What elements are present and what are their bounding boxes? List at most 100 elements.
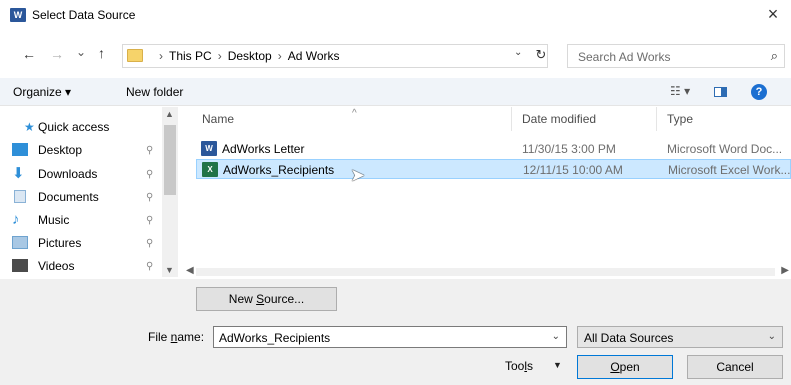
button-label: O bbox=[610, 360, 620, 374]
preview-pane-icon[interactable] bbox=[714, 87, 727, 97]
pin-icon[interactable]: ⚲ bbox=[146, 192, 153, 203]
sort-ascending-icon: ^ bbox=[352, 108, 357, 119]
file-type-filter[interactable]: All Data Sources ⌄ bbox=[577, 326, 783, 348]
column-header-type[interactable]: Type bbox=[667, 112, 693, 126]
sidebar-item-label: Pictures bbox=[38, 236, 82, 250]
scroll-down-icon[interactable]: ▼ bbox=[165, 265, 174, 275]
sidebar-item-videos[interactable]: Videos bbox=[12, 255, 75, 277]
chevron-down-icon[interactable]: ⌄ bbox=[552, 331, 560, 342]
file-type: Microsoft Excel Work... bbox=[668, 163, 791, 177]
organize-button[interactable]: Organize ▾ bbox=[13, 85, 71, 99]
button-label: New bbox=[228, 292, 257, 306]
sidebar-item-label: Music bbox=[38, 213, 70, 227]
scroll-left-icon[interactable]: ◀ bbox=[186, 265, 194, 276]
help-icon[interactable]: ? bbox=[751, 84, 767, 100]
chevron-down-icon: ⌄ bbox=[767, 331, 776, 342]
folder-icon bbox=[127, 49, 143, 62]
sidebar-item-downloads[interactable]: ⬇ Downloads bbox=[12, 163, 98, 185]
star-icon: ★ bbox=[24, 120, 35, 134]
sidebar-item-pictures[interactable]: Pictures bbox=[12, 232, 82, 254]
breadcrumb-separator: › bbox=[159, 49, 163, 63]
title-bar: W Select Data Source × bbox=[0, 0, 791, 30]
sidebar-item-label: Videos bbox=[38, 259, 75, 273]
file-date: 12/11/15 10:00 AM bbox=[523, 163, 623, 177]
downloads-icon: ⬇ bbox=[12, 165, 25, 182]
file-list: ^ Name Date modified Type W AdWorks Lett… bbox=[180, 107, 791, 267]
open-button[interactable]: Open bbox=[577, 355, 673, 379]
file-name: AdWorks_Recipients bbox=[223, 163, 335, 177]
address-bar[interactable]: › This PC › Desktop › Ad Works bbox=[122, 44, 548, 68]
file-date: 11/30/15 3:00 PM bbox=[522, 142, 616, 156]
file-name: AdWorks Letter bbox=[222, 142, 305, 156]
breadcrumb: › This PC › Desktop › Ad Works bbox=[153, 49, 340, 63]
back-icon[interactable]: ← bbox=[22, 46, 36, 62]
dialog-title: Select Data Source bbox=[32, 8, 136, 22]
refresh-icon[interactable]: ↻ bbox=[530, 44, 552, 68]
file-row[interactable]: W AdWorks Letter 11/30/15 3:00 PM Micros… bbox=[196, 139, 791, 159]
sidebar-item-desktop[interactable]: Desktop bbox=[12, 139, 83, 161]
pin-icon[interactable]: ⚲ bbox=[146, 145, 153, 156]
file-list-horizontal-scrollbar[interactable]: ◀ ▶ bbox=[180, 264, 791, 280]
scrollbar-thumb[interactable] bbox=[164, 125, 176, 195]
button-label: S bbox=[256, 292, 265, 306]
scroll-right-icon[interactable]: ▶ bbox=[781, 265, 789, 276]
change-view-icon[interactable]: ☷ ▾ bbox=[670, 84, 690, 98]
sidebar-item-documents[interactable]: Documents bbox=[14, 186, 99, 208]
breadcrumb-desktop[interactable]: Desktop bbox=[228, 49, 272, 63]
tools-menu-button[interactable]: Tools bbox=[505, 359, 533, 373]
command-bar: Organize ▾ New folder ☷ ▾ ? bbox=[0, 78, 791, 106]
sidebar-item-label: Downloads bbox=[38, 167, 98, 181]
quick-access-item[interactable]: Quick access bbox=[38, 120, 109, 134]
search-placeholder: Search Ad Works bbox=[578, 50, 671, 64]
mouse-cursor-icon: ➤ bbox=[350, 165, 366, 185]
documents-icon bbox=[14, 190, 26, 203]
button-label: s bbox=[527, 359, 534, 373]
dropdown-arrow-icon[interactable]: ▼ bbox=[553, 360, 562, 370]
recent-locations-icon[interactable]: ⌄ bbox=[76, 44, 86, 60]
breadcrumb-separator: › bbox=[277, 49, 282, 63]
breadcrumb-this-pc[interactable]: This PC bbox=[169, 49, 212, 63]
new-source-button[interactable]: New Source... bbox=[196, 287, 337, 311]
column-divider[interactable] bbox=[656, 107, 657, 131]
address-dropdown-icon[interactable]: ⌄ bbox=[514, 47, 522, 58]
column-header-name[interactable]: Name bbox=[202, 112, 234, 126]
sidebar-item-music[interactable]: ♪ Music bbox=[12, 209, 70, 231]
sidebar-item-label: Documents bbox=[38, 190, 99, 204]
new-folder-button[interactable]: New folder bbox=[126, 85, 183, 99]
cancel-button[interactable]: Cancel bbox=[687, 355, 783, 379]
column-divider[interactable] bbox=[511, 107, 512, 131]
navigation-pane: ★ Quick access Desktop ⚲ ⬇ Downloads ⚲ D… bbox=[0, 107, 180, 277]
excel-file-icon: X bbox=[202, 162, 218, 177]
label-text: File bbox=[148, 330, 171, 344]
button-label: pen bbox=[619, 360, 640, 374]
pin-icon[interactable]: ⚲ bbox=[146, 215, 153, 226]
button-label: Too bbox=[505, 359, 525, 373]
pin-icon[interactable]: ⚲ bbox=[146, 261, 153, 272]
search-input[interactable]: Search Ad Works ⌕ bbox=[567, 44, 785, 68]
filter-value: All Data Sources bbox=[584, 331, 674, 345]
pin-icon[interactable]: ⚲ bbox=[146, 169, 153, 180]
forward-icon[interactable]: → bbox=[50, 46, 64, 62]
pictures-icon bbox=[12, 236, 28, 249]
navigation-scrollbar[interactable]: ▲ ▼ bbox=[162, 107, 178, 277]
up-folder-icon[interactable]: ↑ bbox=[98, 45, 105, 61]
file-row-selected[interactable]: X AdWorks_Recipients 12/11/15 10:00 AM M… bbox=[196, 159, 791, 179]
desktop-icon bbox=[12, 143, 28, 156]
word-app-icon: W bbox=[10, 8, 26, 22]
pin-icon[interactable]: ⚲ bbox=[146, 238, 153, 249]
column-header-date-modified[interactable]: Date modified bbox=[522, 112, 596, 126]
sidebar-item-label: Desktop bbox=[38, 143, 83, 157]
videos-icon bbox=[12, 259, 28, 272]
file-name-field[interactable]: AdWorks_Recipients ⌄ bbox=[213, 326, 567, 348]
file-name-label: File name: bbox=[148, 330, 204, 344]
scroll-up-icon[interactable]: ▲ bbox=[165, 109, 174, 119]
close-button[interactable]: × bbox=[763, 4, 783, 24]
file-name-value: AdWorks_Recipients bbox=[219, 331, 331, 345]
label-text: ame: bbox=[177, 330, 205, 344]
file-type: Microsoft Word Doc... bbox=[667, 142, 783, 156]
scrollbar-track[interactable] bbox=[196, 268, 775, 276]
breadcrumb-separator: › bbox=[217, 49, 222, 63]
music-icon: ♪ bbox=[12, 211, 20, 228]
breadcrumb-ad-works[interactable]: Ad Works bbox=[288, 49, 340, 63]
button-label: ource... bbox=[264, 292, 305, 306]
